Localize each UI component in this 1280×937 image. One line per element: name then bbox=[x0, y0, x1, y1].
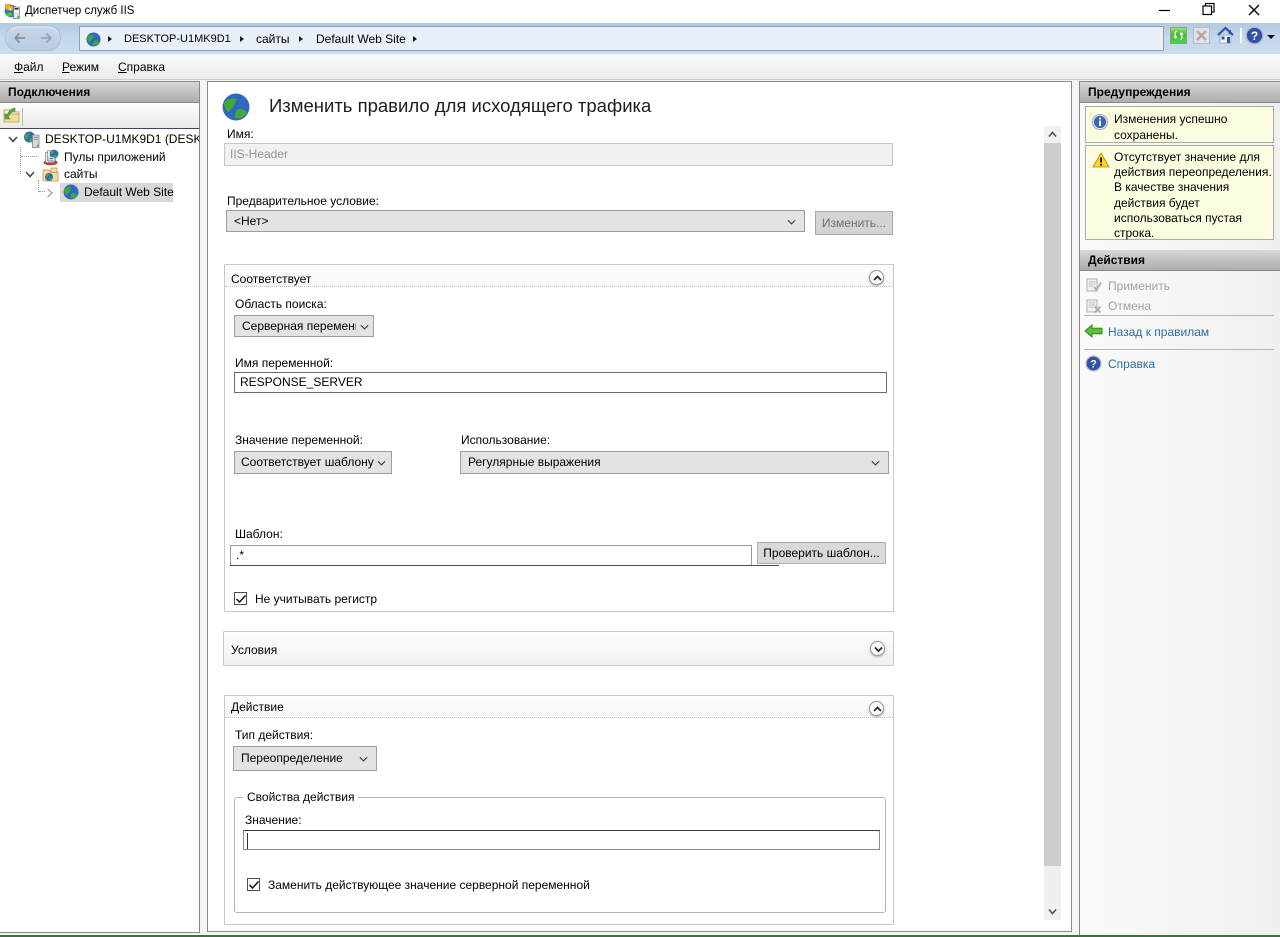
svg-text:?: ? bbox=[1090, 359, 1097, 371]
svg-text:?: ? bbox=[1251, 29, 1258, 43]
